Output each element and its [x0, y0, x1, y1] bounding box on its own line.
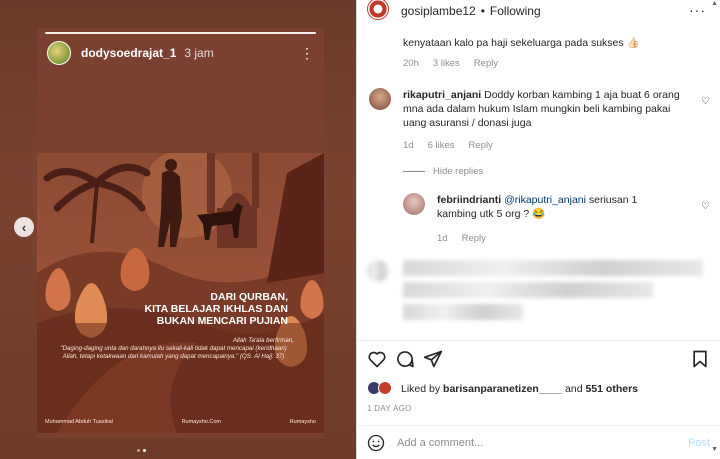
liker-avatars — [367, 381, 395, 397]
poster-title-line: BUKAN MENCARI PUJIAN — [156, 315, 288, 327]
liker-username[interactable]: barisanparanetizen____ — [443, 383, 562, 395]
bookmark-icon[interactable] — [690, 349, 710, 369]
blurred-line — [403, 304, 523, 320]
scroll-down-arrow[interactable]: ▼ — [711, 446, 718, 453]
account-username[interactable]: gosiplambe12 — [401, 4, 476, 18]
poster-quote: Allah Ta'ala berfirman, "Daging-daging u… — [53, 337, 294, 361]
blurred-line — [403, 260, 703, 276]
post-header: gosiplambe12 • Following ··· — [357, 0, 720, 22]
post-viewer: ‹ dodysoedrajat_1 3 jam ⋮ DARI QURBAN, K… — [0, 0, 720, 459]
poster-title-line: DARI QURBAN, — [210, 291, 288, 303]
poster-author: Muhammad Abduh Tuasikal — [45, 419, 113, 425]
commenter-avatar[interactable] — [403, 193, 425, 215]
carousel-dot — [137, 449, 140, 452]
story-avatar[interactable] — [47, 41, 71, 65]
story-progress-bar — [45, 32, 316, 34]
poster-title: DARI QURBAN, KITA BELAJAR IKHLAS DAN BUK… — [88, 291, 289, 327]
blurred-line — [403, 282, 653, 298]
comment-meta: 1d 6 likes Reply — [403, 140, 493, 151]
emoji-icon[interactable] — [367, 434, 385, 452]
carousel-dot-active — [143, 449, 146, 452]
heart-icon[interactable]: ♡ — [701, 201, 710, 212]
comment-body: febriindrianti @rikaputri_anjani seriusa… — [437, 193, 677, 221]
comment-text: kenyataan kalo pa haji sekeluarga pada s… — [403, 37, 640, 49]
quote-source: (QS. Al Hajj: 37) — [239, 353, 285, 360]
likes-count[interactable]: 551 others — [585, 383, 638, 395]
likes-middle: and — [565, 383, 583, 395]
more-options-icon[interactable]: ··· — [689, 2, 706, 18]
mention-link[interactable]: @rikaputri_anjani — [504, 194, 586, 206]
blurred-comments — [357, 254, 720, 326]
comment-time: 20h — [403, 58, 419, 69]
action-bar — [367, 349, 710, 371]
comment-time: 1d — [437, 233, 448, 244]
comments-panel: ▲ gosiplambe12 • Following ··· kenyataan… — [356, 0, 720, 459]
liker-avatar — [378, 381, 392, 395]
comment-composer: Post — [357, 425, 720, 459]
comment-time: 1d — [403, 140, 414, 151]
comment-likes[interactable]: 6 likes — [428, 140, 455, 151]
carousel-dots — [137, 449, 146, 452]
hide-replies-button[interactable]: Hide replies — [403, 166, 483, 177]
poster-footer: Muhammad Abduh Tuasikal Rumaysho.Com Rum… — [45, 419, 316, 425]
likes-prefix: Liked by — [401, 383, 441, 395]
story-more-icon[interactable]: ⋮ — [300, 46, 314, 60]
previous-arrow-button[interactable]: ‹ — [14, 217, 34, 237]
commenter-avatar[interactable] — [369, 88, 391, 110]
comment-meta: 20h 3 likes Reply — [403, 58, 498, 69]
following-button[interactable]: Following — [490, 4, 541, 18]
story-username[interactable]: dodysoedrajat_1 — [81, 46, 176, 60]
reply-button[interactable]: Reply — [474, 58, 498, 69]
reply-button[interactable]: Reply — [462, 233, 486, 244]
comment-likes[interactable]: 3 likes — [433, 58, 460, 69]
hide-replies-line — [403, 171, 425, 172]
account-avatar[interactable] — [367, 0, 389, 20]
commenter-username[interactable]: rikaputri_anjani — [403, 89, 481, 101]
blurred-avatar — [367, 260, 389, 282]
chevron-left-icon: ‹ — [21, 219, 27, 235]
likes-summary: Liked by barisanparanetizen____ and 551 … — [367, 381, 638, 397]
comment-body: rikaputri_anjani Doddy korban kambing 1 … — [403, 88, 689, 130]
poster-brand: Rumaysho — [289, 419, 316, 425]
story-time: 3 jam — [184, 46, 214, 60]
post-button[interactable]: Post — [688, 437, 710, 449]
story-image: dodysoedrajat_1 3 jam ⋮ DARI QURBAN, KIT… — [37, 28, 324, 438]
media-panel: ‹ dodysoedrajat_1 3 jam ⋮ DARI QURBAN, K… — [0, 0, 356, 459]
reply-button[interactable]: Reply — [469, 140, 493, 151]
like-heart-icon[interactable] — [367, 349, 387, 369]
commenter-username[interactable]: febriindrianti — [437, 194, 501, 206]
story-header: dodysoedrajat_1 3 jam ⋮ — [47, 40, 314, 66]
share-send-icon[interactable] — [423, 349, 443, 369]
poster-title-line: KITA BELAJAR IKHLAS DAN — [144, 303, 289, 315]
add-comment-input[interactable] — [397, 436, 688, 449]
comment-bubble-icon[interactable] — [395, 349, 415, 369]
hide-replies-label: Hide replies — [433, 166, 484, 177]
header-separator: • — [480, 4, 485, 18]
qurban-poster: DARI QURBAN, KITA BELAJAR IKHLAS DAN BUK… — [37, 153, 324, 433]
divider — [357, 340, 720, 341]
quote-intro: Allah Ta'ala berfirman, — [232, 337, 294, 344]
comment-meta: 1d Reply — [437, 233, 486, 244]
post-timestamp[interactable]: 1 DAY AGO — [367, 404, 412, 413]
heart-icon[interactable]: ♡ — [701, 96, 710, 107]
poster-site: Rumaysho.Com — [181, 419, 221, 425]
